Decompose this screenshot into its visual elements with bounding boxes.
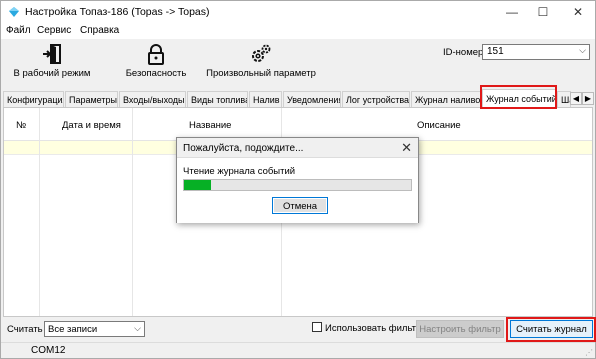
- custom-param-button[interactable]: Произвольный параметр: [206, 41, 316, 85]
- security-label: Безопасность: [125, 68, 187, 79]
- progress-fill: [184, 180, 212, 190]
- minimize-button[interactable]: —: [497, 1, 527, 23]
- menu-service[interactable]: Сервис: [37, 25, 71, 36]
- security-button[interactable]: Безопасность: [123, 41, 189, 85]
- exit-door-icon: [43, 44, 61, 64]
- dialog-title: Пожалуйста, подождите...: [183, 143, 304, 154]
- id-number-label: ID-номер: [443, 47, 484, 58]
- progress-dialog: Пожалуйста, подождите... ✕ Чтение журнал…: [176, 137, 419, 223]
- app-window: Настройка Топаз-186 (Topas -> Topas) — ☐…: [0, 0, 596, 359]
- menu-bar: Файл Сервис Справка: [1, 23, 595, 39]
- tab-device-log[interactable]: Лог устройства: [342, 91, 410, 107]
- tab-event-journal[interactable]: Журнал событий: [482, 89, 556, 107]
- id-number-value: 151: [487, 46, 504, 57]
- use-filter-label[interactable]: Использовать фильтр: [325, 323, 421, 334]
- tab-strip: Конфигурация Параметры Входы/выходы Виды…: [3, 89, 595, 107]
- chevron-down-icon: ⌵: [134, 323, 141, 333]
- tab-fuel-types[interactable]: Виды топлива: [187, 91, 248, 107]
- records-select-value: Все записи: [48, 324, 98, 335]
- use-filter-checkbox[interactable]: [312, 322, 322, 332]
- tab-notifications[interactable]: Уведомления: [283, 91, 341, 107]
- gears-icon: [252, 44, 271, 62]
- column-description[interactable]: Описание: [417, 120, 461, 131]
- lock-icon: [148, 44, 164, 65]
- chevron-down-icon: ⌵: [579, 45, 586, 55]
- cancel-button[interactable]: Отмена: [272, 197, 328, 214]
- read-journal-button[interactable]: Считать журнал: [510, 320, 593, 338]
- work-mode-label: В рабочий режим: [13, 68, 91, 79]
- column-datetime[interactable]: Дата и время: [62, 120, 121, 131]
- title-bar: Настройка Топаз-186 (Topas -> Topas) — ☐…: [1, 1, 595, 23]
- resize-grip-icon[interactable]: ⋰: [585, 348, 593, 357]
- menu-help[interactable]: Справка: [80, 25, 119, 36]
- tab-configuration[interactable]: Конфигурация: [3, 91, 64, 107]
- read-label: Считать: [7, 324, 43, 335]
- tab-io[interactable]: Входы/выходы: [119, 91, 186, 107]
- tab-filling-journal[interactable]: Журнал наливов: [411, 91, 481, 107]
- dialog-close-icon[interactable]: ✕: [401, 140, 412, 156]
- column-divider: [132, 108, 133, 316]
- progress-bar: [183, 179, 412, 191]
- app-diamond-icon: [9, 7, 19, 17]
- menu-file[interactable]: Файл: [6, 25, 31, 36]
- maximize-button[interactable]: ☐: [528, 1, 558, 23]
- id-number-select[interactable]: 151 ⌵: [482, 44, 590, 60]
- tab-scroll-right-icon[interactable]: ▶: [582, 92, 594, 105]
- configure-filter-button[interactable]: Настроить фильтр: [416, 320, 504, 338]
- tab-scroll-left-icon[interactable]: ◀: [570, 92, 582, 105]
- dialog-body: Чтение журнала событий Отмена: [177, 157, 418, 223]
- records-select[interactable]: Все записи ⌵: [44, 321, 145, 337]
- column-name[interactable]: Название: [189, 120, 231, 131]
- column-divider: [39, 108, 40, 316]
- dialog-status-text: Чтение журнала событий: [183, 166, 296, 177]
- tab-filling[interactable]: Налив: [249, 91, 282, 107]
- tab-truncated[interactable]: Ша: [557, 91, 571, 107]
- com-port-status: COM12: [31, 345, 66, 356]
- custom-param-label: Произвольный параметр: [206, 68, 316, 79]
- close-button[interactable]: ✕: [563, 1, 593, 23]
- work-mode-button[interactable]: В рабочий режим: [13, 41, 91, 85]
- status-bar: COM12 ⋰: [1, 342, 595, 358]
- toolbar: В рабочий режим Безопасность Произвольны…: [1, 39, 595, 87]
- column-number[interactable]: №: [16, 120, 26, 131]
- tab-parameters[interactable]: Параметры: [65, 91, 118, 107]
- window-title: Настройка Топаз-186 (Topas -> Topas): [25, 6, 210, 18]
- bottom-controls: Считать Все записи ⌵ Использовать фильтр…: [1, 319, 595, 341]
